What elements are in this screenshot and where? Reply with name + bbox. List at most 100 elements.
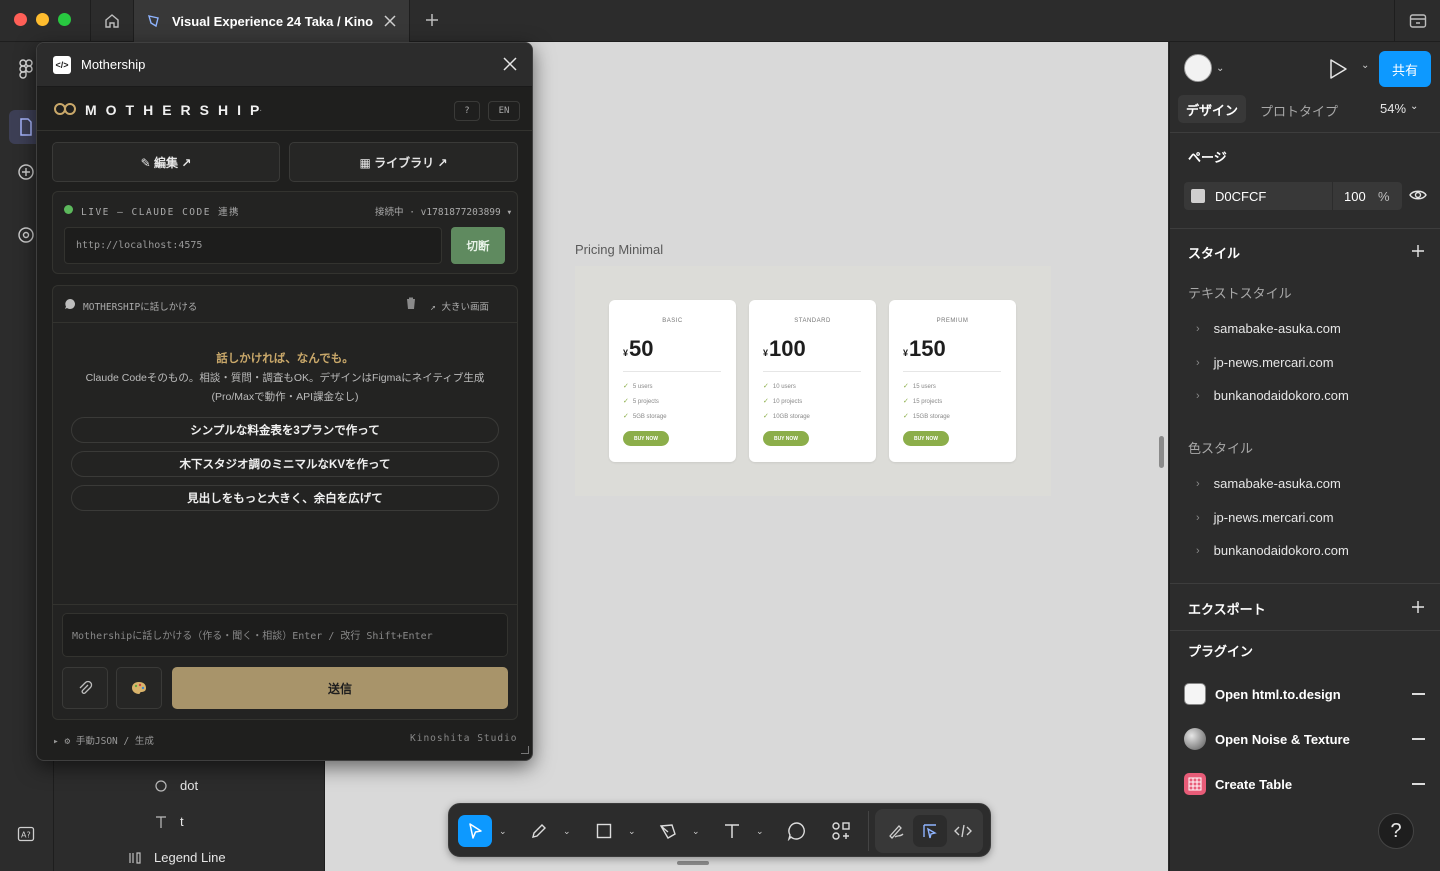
design-mode-button[interactable] <box>913 815 947 847</box>
check-icon: ✓ <box>903 383 909 390</box>
bg-opacity-value[interactable]: 100 <box>1344 189 1366 204</box>
divider <box>1170 132 1440 133</box>
text-icon <box>154 815 168 829</box>
layer-row[interactable]: t <box>154 814 184 829</box>
user-menu[interactable]: ⌄ <box>1184 54 1224 82</box>
style-library-item[interactable]: › samabake-asuka.com <box>1196 321 1341 336</box>
style-library-item[interactable]: › jp-news.mercari.com <box>1196 355 1334 370</box>
divider <box>1170 583 1440 584</box>
close-plugin-button[interactable] <box>503 57 517 71</box>
buy-now-button[interactable]: BUY NOW <box>903 431 949 446</box>
language-button[interactable]: EN <box>488 101 520 121</box>
plugin-item[interactable]: Create Table <box>1184 773 1292 795</box>
text-tool-button[interactable] <box>715 815 749 847</box>
pencil-tool-button[interactable] <box>522 815 556 847</box>
divider <box>1170 228 1440 229</box>
sidebar-toggle-button[interactable] <box>1394 0 1440 42</box>
actions-button[interactable] <box>824 815 858 847</box>
pricing-card[interactable]: PREMIUM ¥150 ✓ 15 users ✓ 15 projects ✓ 15G… <box>889 300 1016 462</box>
chevron-down-icon[interactable]: ⌄ <box>563 826 571 837</box>
tab-prototype[interactable]: プロトタイプ <box>1260 101 1338 120</box>
disconnect-button[interactable]: 切断 <box>451 227 505 264</box>
send-button[interactable]: 送信 <box>172 667 508 709</box>
close-window-button[interactable] <box>14 13 27 26</box>
chevron-down-icon[interactable]: ⌄ <box>692 826 700 837</box>
remove-plugin-button[interactable] <box>1412 693 1425 695</box>
buy-now-button[interactable]: BUY NOW <box>623 431 669 446</box>
chevron-right-icon: › <box>1196 544 1200 557</box>
color-swatch[interactable] <box>1191 189 1205 203</box>
bg-hex-value[interactable]: D0CFCF <box>1215 189 1266 204</box>
card-feature: ✓ 15 users <box>903 383 936 390</box>
chat-header: MOTHERSHIPに話しかける <box>83 302 198 313</box>
close-tab-icon[interactable] <box>383 14 397 28</box>
resize-grip[interactable] <box>521 746 529 754</box>
layer-row[interactable]: Legend Line <box>128 850 226 865</box>
toolbar-drag-handle[interactable] <box>677 861 709 865</box>
manual-json-toggle[interactable]: ▸ ⚙ 手動JSON / 生成 <box>53 733 154 747</box>
new-tab-button[interactable] <box>424 12 440 28</box>
style-library-item[interactable]: › bunkanodaidokoro.com <box>1196 388 1349 403</box>
plugin-item[interactable]: Open html.to.design <box>1184 683 1341 705</box>
design-file-icon <box>146 13 162 29</box>
help-button[interactable]: ? <box>1378 813 1414 849</box>
comment-tool-button[interactable] <box>780 815 814 847</box>
url-field[interactable]: http://localhost:4575 <box>64 227 442 264</box>
home-tab[interactable] <box>90 0 134 42</box>
remove-plugin-button[interactable] <box>1412 783 1425 785</box>
design-mode-icon <box>921 822 939 840</box>
share-button[interactable]: 共有 <box>1379 51 1431 87</box>
visibility-toggle[interactable] <box>1409 188 1427 202</box>
dev-mode-button[interactable] <box>946 815 980 847</box>
palette-button[interactable] <box>116 667 162 709</box>
card-tier: STANDARD <box>794 318 831 324</box>
plugin-item[interactable]: Open Noise & Texture <box>1184 728 1350 750</box>
ai-assist-button[interactable]: A? <box>10 818 42 850</box>
move-tool-button[interactable] <box>458 815 492 847</box>
chat-panel: MOTHERSHIPに話しかける ↗ 大きい画面 話しかければ、なんでも。 Cl… <box>52 285 518 720</box>
pricing-frame[interactable]: BASIC ¥50 ✓ 5 users ✓ 5 projects ✓ 5GB stor… <box>575 266 1051 496</box>
zoom-dropdown[interactable]: 54% ⌄ <box>1380 101 1418 116</box>
style-library-item[interactable]: › bunkanodaidokoro.com <box>1196 543 1349 558</box>
suggestion-chip[interactable]: 木下スタジオ調のミニマルなKVを作って <box>71 451 499 477</box>
pricing-card[interactable]: BASIC ¥50 ✓ 5 users ✓ 5 projects ✓ 5GB stor… <box>609 300 736 462</box>
chevron-down-icon[interactable]: ⌄ <box>628 826 636 837</box>
chevron-right-icon: › <box>1196 389 1200 402</box>
pen-tool-button[interactable] <box>651 815 685 847</box>
suggestion-chip[interactable]: 見出しをもっと大きく、余白を広げて <box>71 485 499 511</box>
chevron-down-icon[interactable]: ⌄ <box>499 826 507 837</box>
panel-resize-handle[interactable] <box>1159 436 1164 468</box>
tab-design[interactable]: デザイン <box>1178 95 1246 123</box>
chat-input[interactable]: Mothershipに話しかける（作る・聞く・相談）Enter / 改行 Shi… <box>62 613 508 657</box>
chevron-down-icon[interactable]: ⌄ <box>1361 60 1369 71</box>
buy-now-button[interactable]: BUY NOW <box>763 431 809 446</box>
present-button[interactable] <box>1328 58 1348 80</box>
edit-button[interactable]: ✎ 編集 ↗ <box>52 142 280 182</box>
rectangle-tool-button[interactable] <box>587 815 621 847</box>
minimize-window-button[interactable] <box>36 13 49 26</box>
plugin-header: </> Mothership <box>37 43 532 87</box>
layer-row[interactable]: dot <box>154 778 198 793</box>
connection-status[interactable]: 接続中 · v1781877203899 ▾ <box>375 204 512 218</box>
pricing-card[interactable]: STANDARD ¥100 ✓ 10 users ✓ 10 projects ✓ 10… <box>749 300 876 462</box>
style-library-item[interactable]: › samabake-asuka.com <box>1196 476 1341 491</box>
file-tab[interactable]: Visual Experience 24 Taka / Kino <box>134 0 410 42</box>
suggestion-chip[interactable]: シンプルな料金表を3プランで作って <box>71 417 499 443</box>
chevron-down-icon[interactable]: ⌄ <box>756 826 764 837</box>
remove-plugin-button[interactable] <box>1412 738 1425 740</box>
draw-mode-button[interactable] <box>879 815 913 847</box>
attach-button[interactable] <box>62 667 108 709</box>
frame-label[interactable]: Pricing Minimal <box>575 242 663 257</box>
color-styles-title: 色スタイル <box>1188 441 1254 456</box>
style-library-item[interactable]: › jp-news.mercari.com <box>1196 510 1334 525</box>
expand-button[interactable]: ↗ 大きい画面 <box>430 299 489 313</box>
maximize-window-button[interactable] <box>58 13 71 26</box>
trash-button[interactable] <box>405 296 417 310</box>
add-style-button[interactable] <box>1410 243 1426 259</box>
styles-section-title: スタイル <box>1188 246 1241 261</box>
library-button[interactable]: ▦ ライブラリ ↗ <box>289 142 518 182</box>
page-bg-field[interactable]: D0CFCF 100 % <box>1184 182 1402 210</box>
help-button[interactable]: ? <box>454 101 480 121</box>
add-export-button[interactable] <box>1410 599 1426 615</box>
toolbar-divider <box>868 811 869 851</box>
